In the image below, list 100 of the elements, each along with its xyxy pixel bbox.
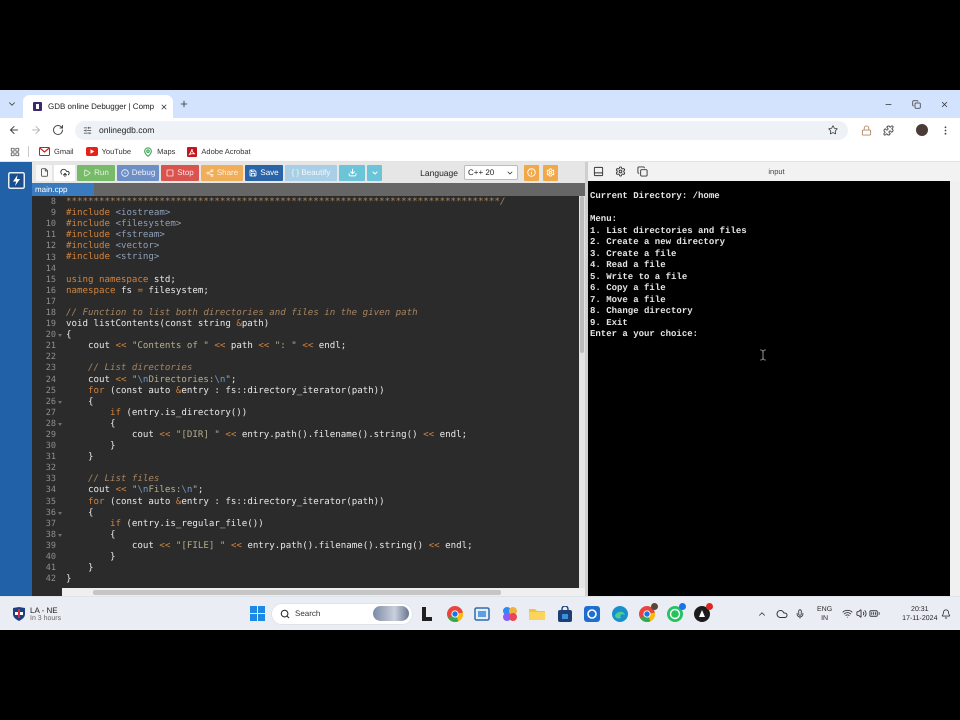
wave-circle-icon[interactable]	[612, 606, 628, 622]
language-select[interactable]: C++ 20	[464, 165, 518, 180]
petal-icon[interactable]	[502, 606, 518, 622]
fold-icon[interactable]	[58, 534, 62, 537]
apps-grid-icon[interactable]	[10, 146, 20, 156]
line-number: 27	[46, 408, 56, 419]
code-line: }	[86, 563, 94, 574]
code-line: for (const auto &entry : fs::directory_iterator(path))	[86, 496, 385, 508]
bracket-icon[interactable]	[419, 606, 435, 622]
code-line: #include <filesystem>	[66, 219, 182, 230]
avatar-icon[interactable]	[916, 124, 928, 136]
line-number: 14	[46, 264, 56, 275]
image-placeholder	[373, 606, 409, 621]
code-line: #include <vector>	[66, 241, 160, 252]
close-icon[interactable]	[940, 100, 949, 108]
code-line: // List files	[86, 474, 160, 485]
star-icon[interactable]	[828, 125, 838, 135]
file-tab[interactable]: main.cpp	[32, 183, 94, 196]
line-number: 8	[50, 197, 56, 208]
file-icon	[40, 168, 48, 177]
code-line: using namespace std;	[66, 274, 176, 286]
terminal-line: 6. Copy a file	[590, 283, 666, 294]
speaker-icon[interactable]	[856, 608, 868, 619]
map-pin-icon	[143, 146, 154, 156]
fold-icon[interactable]	[58, 422, 62, 426]
round-app-icon[interactable]	[694, 606, 710, 622]
line-number: 23	[46, 363, 56, 374]
circle-dot-icon	[120, 168, 129, 176]
app-tile-icon[interactable]	[584, 606, 600, 622]
envelope-icon	[39, 147, 50, 156]
cloud-icon[interactable]	[776, 608, 788, 620]
line-number: 26	[46, 396, 56, 408]
fold-icon[interactable]	[58, 334, 62, 338]
horizontal-scrollbar[interactable]	[62, 588, 585, 596]
chat-bubble-icon[interactable]	[666, 606, 682, 622]
vertical-scrollbar[interactable]	[579, 196, 585, 588]
search-box[interactable]: Search	[271, 602, 413, 624]
lightning-icon[interactable]	[8, 172, 24, 189]
plus-icon[interactable]	[179, 99, 189, 109]
code-line: if (entry.is_directory())	[108, 408, 248, 419]
wifi-icon[interactable]	[842, 608, 854, 619]
copy-icon[interactable]	[637, 166, 648, 177]
fold-icon[interactable]	[58, 400, 62, 404]
window-icon[interactable]	[474, 606, 490, 622]
code-line: }	[66, 574, 72, 586]
browser-icon[interactable]	[446, 606, 462, 622]
bell-icon[interactable]	[941, 608, 952, 618]
address-bar[interactable]: onlinegdb.com	[75, 120, 848, 140]
terminal-panel[interactable]	[588, 181, 960, 596]
play-icon	[83, 168, 92, 176]
caret-icon	[506, 168, 514, 176]
browser-icon[interactable]	[639, 606, 655, 622]
line-number: 40	[46, 552, 56, 564]
arrow-left-icon[interactable]	[8, 124, 20, 136]
search-input[interactable]: Search	[295, 609, 345, 618]
browser-tab[interactable]: GDB online Debugger | Comp	[23, 95, 173, 118]
sliders-icon[interactable]	[83, 126, 92, 134]
code-line: {	[108, 418, 116, 430]
line-number: 38	[46, 530, 56, 541]
settings-icon[interactable]	[615, 166, 626, 177]
line-number: 30	[46, 441, 56, 452]
code-editor[interactable]	[32, 196, 585, 596]
code-line: // List directories	[86, 363, 192, 374]
line-number: 11	[46, 230, 56, 242]
caret-icon	[370, 168, 378, 176]
line-number: 31	[46, 452, 56, 464]
line-number: 39	[46, 540, 56, 552]
line-number: 18	[46, 308, 56, 319]
start-icon[interactable]	[250, 606, 265, 621]
close-icon[interactable]	[160, 102, 168, 110]
restore-icon[interactable]	[912, 100, 921, 108]
terminal-line: Menu:	[590, 214, 618, 226]
code-line: cout << "[FILE] " << entry.path().filename().string() << endl;	[130, 540, 473, 552]
terminal-line: 5. Write to a file	[590, 272, 688, 283]
code-line: cout << "[DIR] " << entry.path().filename().string() << endl;	[130, 430, 468, 442]
download-icon	[348, 168, 356, 177]
bag-icon[interactable]	[556, 606, 572, 622]
terminal-line: Enter a your choice:	[590, 329, 698, 340]
puzzle-icon[interactable]	[883, 124, 894, 136]
line-number: 25	[46, 386, 56, 397]
panel-icon[interactable]	[593, 166, 604, 177]
line-number: 13	[46, 252, 56, 264]
microphone-icon[interactable]	[795, 608, 805, 618]
reload-icon[interactable]	[52, 124, 64, 136]
line-number: 17	[46, 296, 56, 308]
upload-button[interactable]	[54, 164, 75, 180]
code-line: {	[86, 508, 94, 519]
shield-icon[interactable]	[13, 606, 25, 620]
line-number: 34	[46, 485, 56, 496]
address-input[interactable]: onlinegdb.com	[99, 125, 179, 135]
vertical-scrollbar[interactable]	[950, 181, 960, 596]
fold-icon[interactable]	[58, 512, 62, 515]
file-button[interactable]	[36, 164, 52, 180]
code-line: // Function to list both directories and files in the given path	[66, 308, 418, 319]
terminal-line: 3. Create a file	[590, 248, 676, 260]
battery-icon[interactable]	[869, 608, 880, 619]
save-button[interactable]: Save	[245, 164, 283, 180]
padlock-icon[interactable]	[861, 124, 872, 136]
terminal-line: 7. Move a file	[590, 294, 666, 306]
code-line: void listContents(const string &path)	[66, 319, 270, 330]
